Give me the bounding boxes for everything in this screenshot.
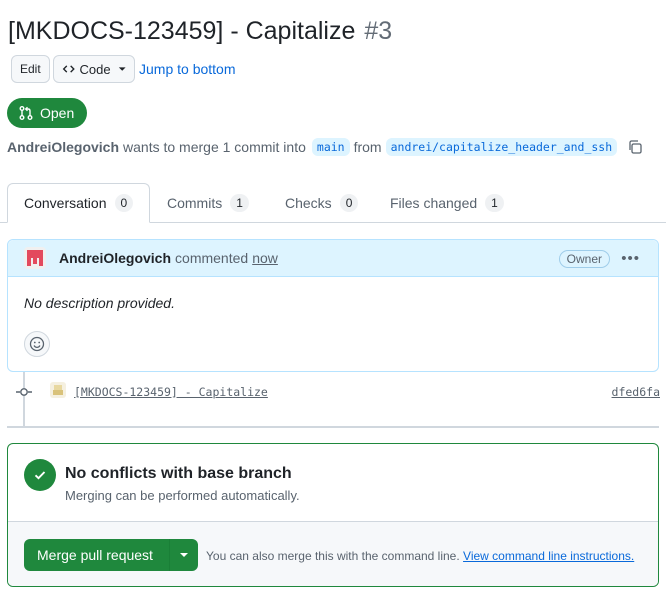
caret-down-icon [118, 67, 126, 71]
pr-title-row: [MKDOCS-123459] - Capitalize #3 [8, 14, 392, 48]
code-button-label: Code [79, 61, 111, 77]
comment-header: AndreiOlegovich commented now Owner ••• [8, 240, 658, 277]
merge-pull-request-button[interactable]: Merge pull request [24, 539, 198, 571]
owner-badge: Owner [558, 250, 610, 268]
commit-sha-link[interactable]: dfed6fa [612, 385, 660, 399]
check-circle-icon [24, 459, 56, 491]
command-line-text: You can also merge this with the command… [206, 549, 460, 563]
comment-body: No description provided. [24, 295, 175, 311]
pr-tabs: Conversation 0 Commits 1 Checks 0 Files … [0, 183, 666, 223]
tab-checks[interactable]: Checks 0 [269, 183, 374, 223]
tab-label: Conversation [24, 195, 107, 211]
merge-options-dropdown[interactable] [169, 539, 198, 571]
pr-title: [MKDOCS-123459] - Capitalize [8, 17, 356, 45]
tab-label: Commits [167, 195, 223, 211]
comment-verb: commented [175, 250, 249, 266]
tab-commits[interactable]: Commits 1 [151, 183, 265, 223]
pr-meta-from: from [353, 139, 382, 155]
tab-counter: 1 [485, 194, 504, 212]
head-branch[interactable]: andrei/capitalize_header_and_ssh [385, 138, 618, 156]
merge-button-label: Merge pull request [37, 547, 153, 563]
pr-state-label: Open [40, 105, 75, 121]
command-line-instructions-link[interactable]: View command line instructions. [463, 549, 634, 563]
pr-number: #3 [364, 17, 393, 45]
kebab-menu-icon[interactable]: ••• [621, 250, 640, 267]
pr-author[interactable]: AndreiOlegovich [7, 139, 119, 155]
caret-down-icon [180, 553, 188, 557]
comment-timestamp[interactable]: now [252, 250, 278, 266]
base-branch[interactable]: main [311, 138, 350, 156]
edit-button-label: Edit [20, 62, 41, 76]
timeline-line [23, 372, 25, 427]
merge-status-subtext: Merging can be performed automatically. [65, 488, 300, 503]
pr-state-badge: Open [7, 98, 87, 128]
pr-meta-line: AndreiOlegovich wants to merge 1 commit … [7, 138, 643, 156]
jump-to-bottom-link[interactable]: Jump to bottom [139, 61, 236, 77]
merge-status-heading: No conflicts with base branch [65, 465, 292, 482]
timeline-divider [7, 426, 659, 428]
copy-icon[interactable] [627, 139, 643, 155]
smiley-icon [29, 336, 45, 352]
add-reaction-button[interactable] [24, 331, 50, 357]
pr-description-comment: AndreiOlegovich commented now Owner ••• … [7, 239, 659, 372]
code-icon [62, 65, 75, 73]
tab-counter: 1 [230, 194, 249, 212]
avatar[interactable] [24, 247, 46, 269]
tab-label: Files changed [390, 195, 478, 211]
merge-footer: Merge pull request You can also merge th… [8, 521, 658, 586]
tab-conversation[interactable]: Conversation 0 [7, 183, 150, 223]
merge-box: No conflicts with base branch Merging ca… [7, 443, 659, 587]
pr-meta-text: wants to merge 1 commit into [123, 139, 306, 155]
tab-files-changed[interactable]: Files changed 1 [374, 183, 520, 223]
tab-counter: 0 [114, 194, 134, 212]
git-commit-icon [16, 388, 32, 396]
comment-author[interactable]: AndreiOlegovich [59, 250, 171, 266]
tab-counter: 0 [339, 194, 359, 212]
git-pull-request-icon [19, 106, 33, 120]
commit-message-link[interactable]: [MKDOCS-123459] - Capitalize [74, 385, 268, 399]
edit-button[interactable]: Edit [11, 55, 50, 83]
tab-label: Checks [285, 195, 332, 211]
code-button[interactable]: Code [53, 55, 135, 83]
command-line-hint: You can also merge this with the command… [206, 549, 634, 563]
commit-avatar[interactable] [50, 382, 66, 398]
